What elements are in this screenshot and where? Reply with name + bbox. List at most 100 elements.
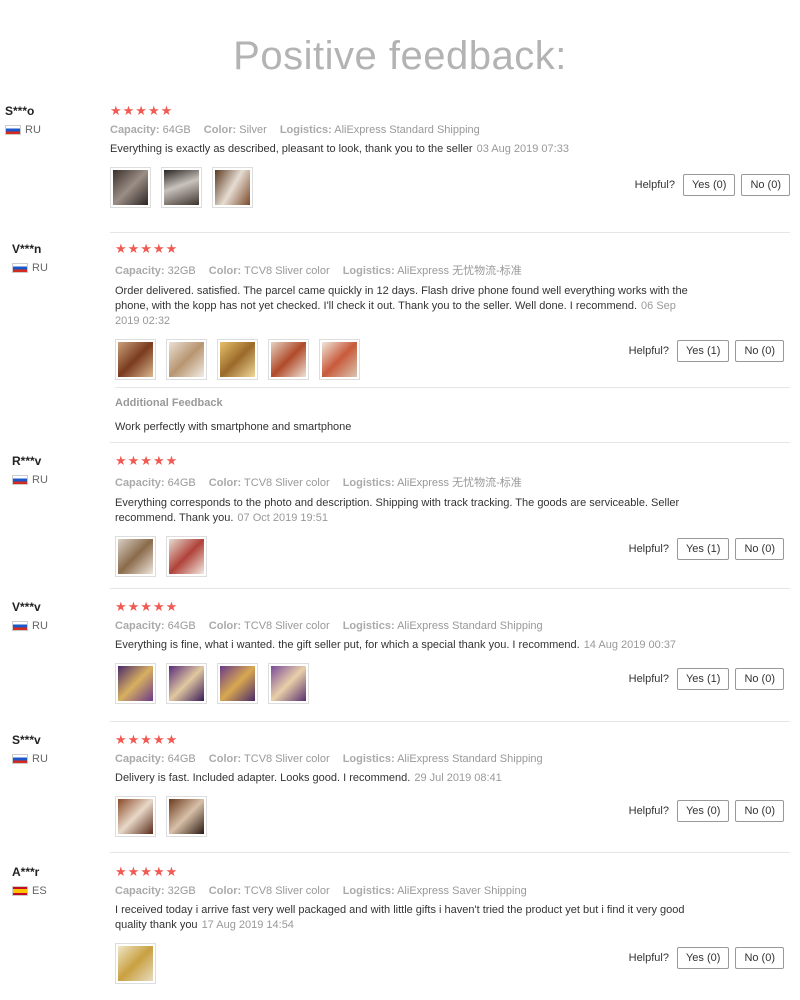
- color-value: TCV8 Sliver color: [244, 620, 330, 632]
- review-photo[interactable]: [217, 663, 258, 704]
- review-divider: [110, 442, 790, 443]
- review-meta: Capacity: 64GB Color: TCV8 Sliver color …: [115, 753, 784, 765]
- review-photo[interactable]: [217, 339, 258, 380]
- spain-flag-icon: [12, 886, 28, 896]
- helpful-label: Helpful?: [628, 543, 669, 555]
- logistics-value: AliExpress Standard Shipping: [397, 620, 543, 632]
- logistics-label: Logistics:: [342, 753, 395, 765]
- helpful-no-button[interactable]: No (0): [735, 538, 784, 560]
- color-value: Silver: [239, 124, 267, 136]
- helpful-no-button[interactable]: No (0): [735, 668, 784, 690]
- review-photo[interactable]: [166, 536, 207, 577]
- review-date: 07 Oct 2019 19:51: [237, 512, 328, 524]
- review-meta: Capacity: 32GB Color: TCV8 Sliver color …: [115, 885, 700, 897]
- color-label: Color:: [208, 753, 242, 765]
- helpful-label: Helpful?: [628, 805, 669, 817]
- color-label: Color:: [208, 620, 242, 632]
- review-photo[interactable]: [115, 796, 156, 837]
- country-code: ES: [32, 885, 47, 897]
- reviewer-info: S***o RU: [5, 104, 105, 136]
- capacity-label: Capacity:: [115, 477, 165, 489]
- capacity-value: 64GB: [167, 477, 196, 489]
- capacity-label: Capacity:: [115, 265, 165, 277]
- helpful-label: Helpful?: [628, 952, 669, 964]
- review-item: R***v RU ★★★★★ Capacity: 64GB Color: TCV…: [0, 454, 800, 584]
- helpful-votes: Helpful? Yes (0) No (0): [629, 947, 784, 969]
- capacity-value: 64GB: [162, 124, 191, 136]
- logistics-value: AliExpress 无忧物流-标准: [397, 265, 522, 277]
- country-code: RU: [25, 124, 41, 136]
- review-body: Order delivered. satisfied. The parcel c…: [115, 285, 688, 312]
- review-meta: Capacity: 32GB Color: TCV8 Sliver color …: [115, 262, 700, 278]
- reviewer-info: V***v RU: [12, 600, 112, 632]
- helpful-votes: Helpful? Yes (1) No (0): [629, 668, 784, 690]
- russia-flag-icon: [12, 263, 28, 273]
- review-meta: Capacity: 64GB Color: TCV8 Sliver color …: [115, 474, 710, 490]
- review-photo[interactable]: [110, 167, 151, 208]
- helpful-no-button[interactable]: No (0): [735, 800, 784, 822]
- review-photo[interactable]: [115, 536, 156, 577]
- logistics-value: AliExpress 无忧物流-标准: [397, 477, 522, 489]
- review-photo[interactable]: [268, 339, 309, 380]
- helpful-yes-button[interactable]: Yes (1): [676, 538, 730, 560]
- reviewer-info: R***v RU: [12, 454, 112, 486]
- review-item: S***v RU ★★★★★ Capacity: 64GB Color: TCV…: [0, 733, 800, 843]
- reviewer-info: S***v RU: [12, 733, 112, 765]
- review-body: I received today i arrive fast very well…: [115, 904, 685, 931]
- helpful-no-button[interactable]: No (0): [735, 947, 784, 969]
- review-photo[interactable]: [115, 943, 156, 984]
- review-date: 14 Aug 2019 00:37: [583, 639, 677, 651]
- review-photo[interactable]: [166, 663, 207, 704]
- logistics-label: Logistics:: [279, 124, 332, 136]
- reviewer-country: RU: [12, 620, 112, 632]
- star-rating: ★★★★★: [115, 599, 179, 614]
- star-rating: ★★★★★: [115, 732, 179, 747]
- review-body: Everything is exactly as described, plea…: [110, 143, 473, 155]
- reviewer-country: RU: [5, 124, 105, 136]
- country-code: RU: [32, 753, 48, 765]
- review-photo[interactable]: [268, 663, 309, 704]
- helpful-votes: Helpful? Yes (1) No (0): [629, 340, 784, 362]
- review-photo[interactable]: [166, 796, 207, 837]
- review-photo[interactable]: [166, 339, 207, 380]
- reviewer-info: V***n RU: [12, 242, 112, 274]
- reviewer-name: S***o: [5, 104, 35, 118]
- review-text: Delivery is fast. Included adapter. Look…: [115, 771, 784, 786]
- review-content: ★★★★★ Capacity: 32GB Color: TCV8 Sliver …: [115, 242, 700, 380]
- star-rating: ★★★★★: [115, 453, 179, 468]
- additional-feedback-text: Work perfectly with smartphone and smart…: [115, 421, 352, 433]
- color-value: TCV8 Sliver color: [244, 885, 330, 897]
- review-photo[interactable]: [115, 663, 156, 704]
- review-photo[interactable]: [212, 167, 253, 208]
- helpful-yes-button[interactable]: Yes (0): [676, 947, 730, 969]
- review-photo[interactable]: [319, 339, 360, 380]
- review-body: Delivery is fast. Included adapter. Look…: [115, 772, 411, 784]
- helpful-yes-button[interactable]: Yes (0): [676, 800, 730, 822]
- russia-flag-icon: [12, 475, 28, 485]
- capacity-label: Capacity:: [110, 124, 160, 136]
- country-code: RU: [32, 474, 48, 486]
- color-value: TCV8 Sliver color: [244, 265, 330, 277]
- helpful-yes-button[interactable]: Yes (1): [676, 668, 730, 690]
- color-label: Color:: [208, 477, 242, 489]
- color-label: Color:: [208, 265, 242, 277]
- helpful-label: Helpful?: [628, 345, 669, 357]
- helpful-no-button[interactable]: No (0): [741, 174, 790, 196]
- helpful-yes-button[interactable]: Yes (0): [682, 174, 736, 196]
- helpful-no-button[interactable]: No (0): [735, 340, 784, 362]
- review-text: Everything is exactly as described, plea…: [110, 142, 784, 157]
- additional-feedback-heading: Additional Feedback: [115, 397, 223, 409]
- review-item: V***n RU ★★★★★ Capacity: 32GB Color: TCV…: [0, 242, 800, 437]
- review-item: V***v RU ★★★★★ Capacity: 64GB Color: TCV…: [0, 600, 800, 715]
- capacity-value: 64GB: [167, 620, 196, 632]
- review-date: 29 Jul 2019 08:41: [414, 772, 502, 784]
- review-text: I received today i arrive fast very well…: [115, 903, 700, 933]
- capacity-value: 64GB: [167, 753, 196, 765]
- russia-flag-icon: [5, 125, 21, 135]
- review-photo[interactable]: [161, 167, 202, 208]
- review-photo[interactable]: [115, 339, 156, 380]
- review-text: Everything is fine, what i wanted. the g…: [115, 638, 784, 653]
- review-divider: [110, 232, 790, 233]
- helpful-yes-button[interactable]: Yes (1): [676, 340, 730, 362]
- logistics-label: Logistics:: [342, 885, 395, 897]
